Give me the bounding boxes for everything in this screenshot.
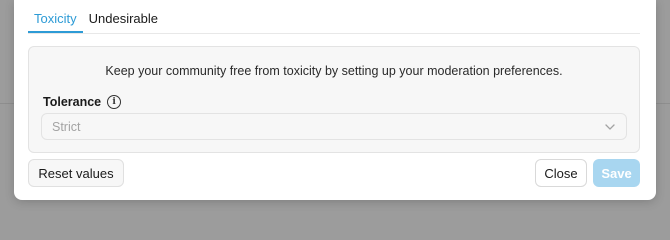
tolerance-selected-value: Strict — [52, 119, 81, 134]
reset-values-button[interactable]: Reset values — [28, 159, 124, 187]
tolerance-label-row: Tolerance i — [43, 95, 122, 109]
tab-undesirable[interactable]: Undesirable — [83, 0, 164, 33]
toxicity-panel: Keep your community free from toxicity b… — [28, 46, 640, 153]
info-icon[interactable]: i — [107, 95, 122, 109]
tolerance-select[interactable]: Strict — [41, 113, 627, 140]
moderation-settings-modal: Toxicity Undesirable Keep your community… — [14, 0, 656, 200]
save-button[interactable]: Save — [593, 159, 640, 187]
tab-bar: Toxicity Undesirable — [28, 0, 164, 33]
panel-description: Keep your community free from toxicity b… — [105, 64, 563, 78]
tab-toxicity[interactable]: Toxicity — [28, 0, 83, 33]
close-button[interactable]: Close — [535, 159, 587, 187]
tab-divider — [28, 33, 640, 34]
tolerance-label: Tolerance — [43, 95, 102, 109]
chevron-down-icon — [604, 121, 616, 133]
